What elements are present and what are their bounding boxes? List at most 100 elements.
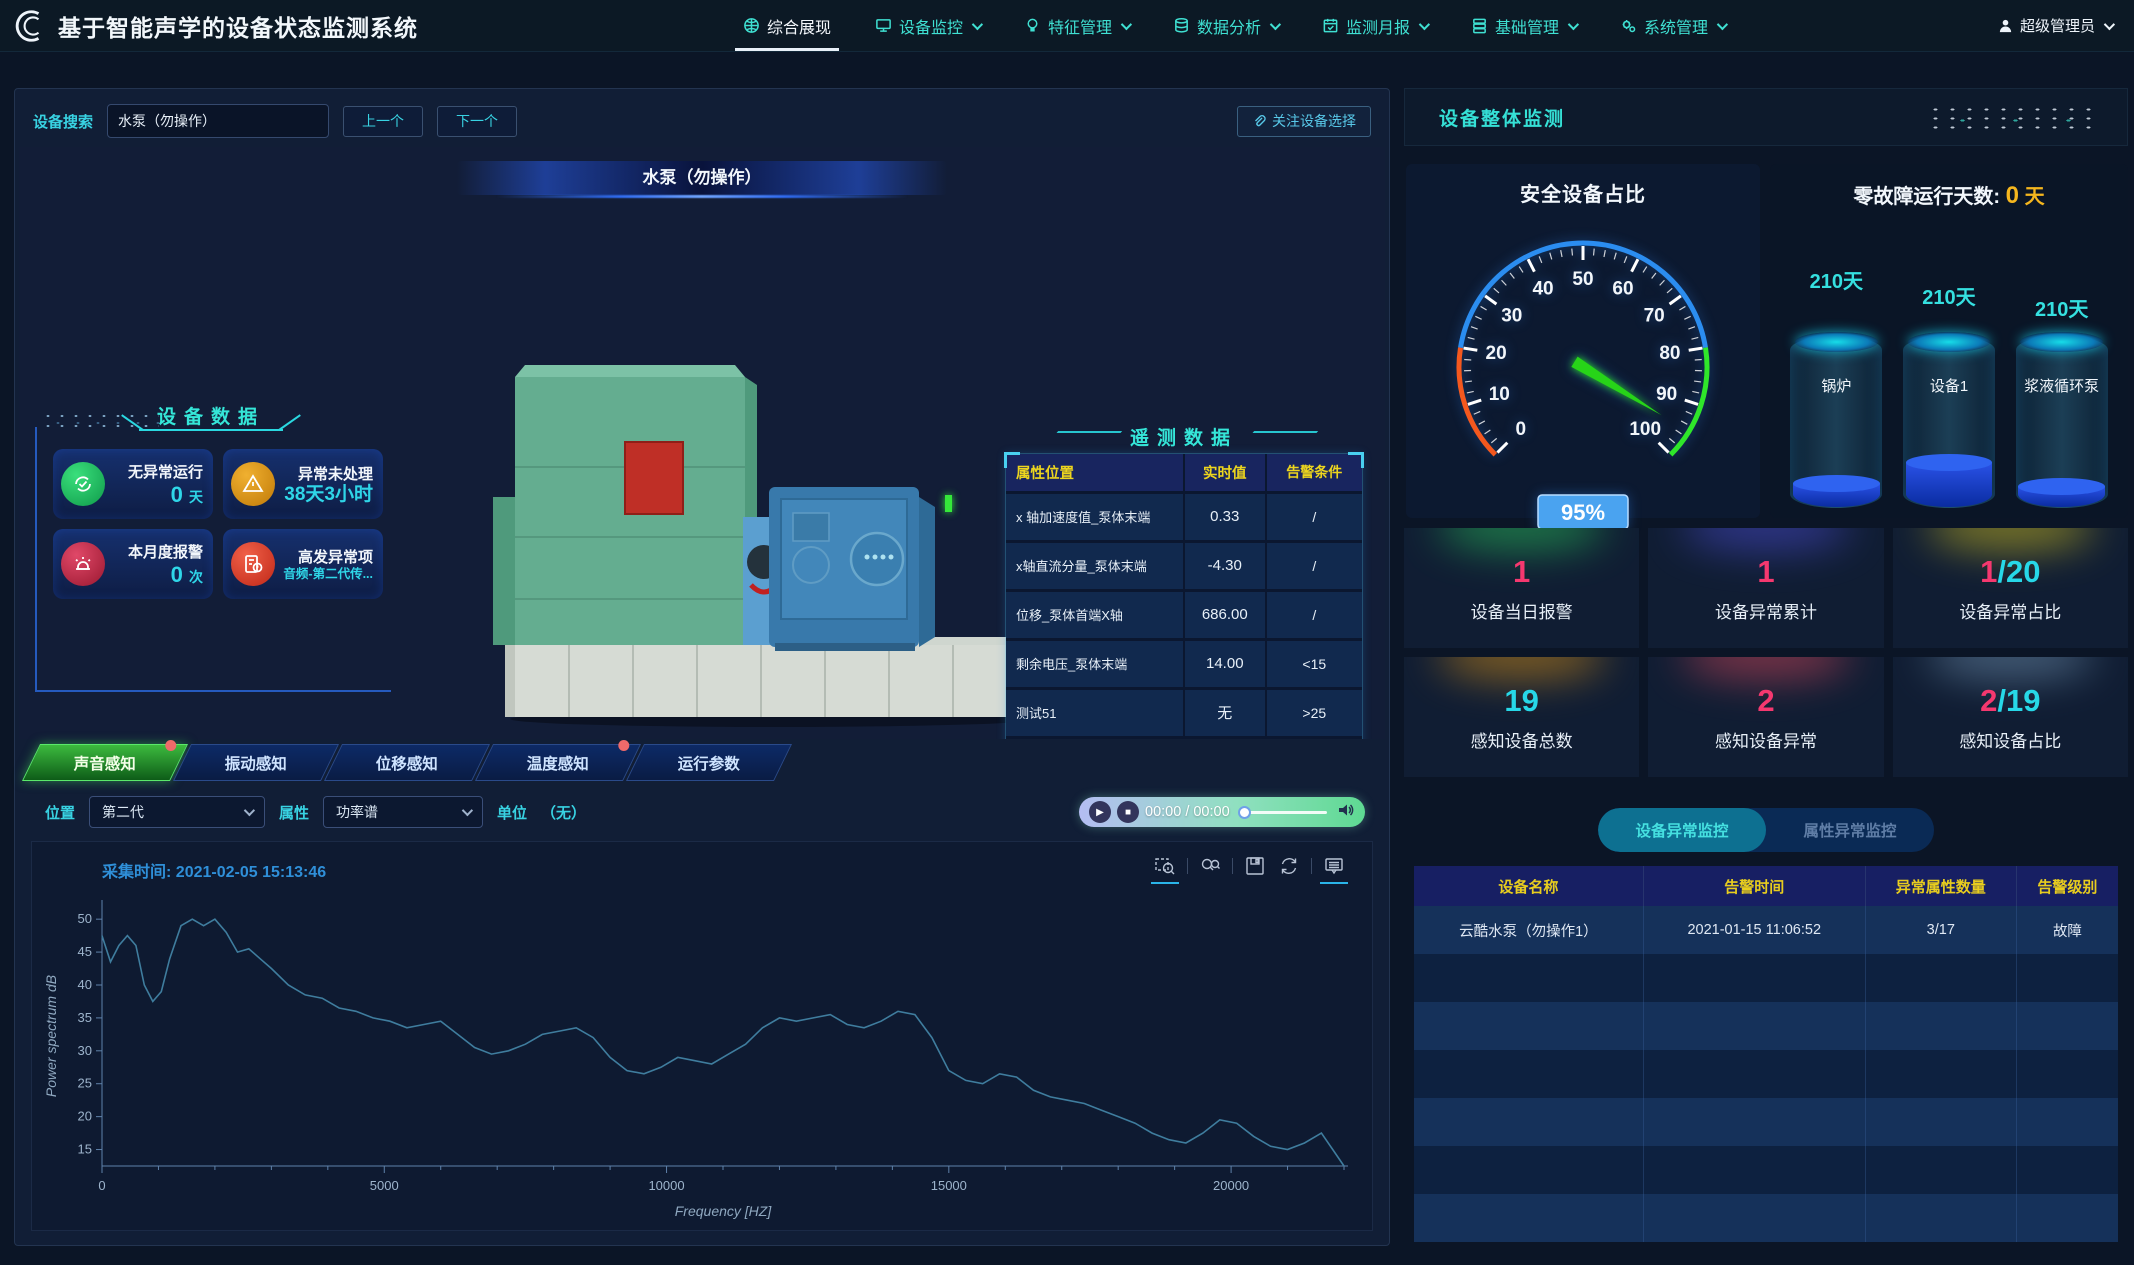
monitor-col-level: 告警级别 — [2016, 866, 2118, 906]
dashboard-root: 基于智能声学的设备状态监测系统 综合展现 设备监控 特征管理 数据分析 监测月报 — [0, 0, 2134, 1265]
device-data-cards: 无异常运行 0 天 异常未处理 38天3小时 — [53, 449, 383, 599]
glow-decoration — [1681, 657, 1850, 679]
monitor-tabs: 设备异常监控 属性异常监控 — [1598, 808, 1934, 852]
svg-text:Frequency [HZ]: Frequency [HZ] — [675, 1203, 773, 1219]
unit-label: 单位 — [497, 802, 527, 823]
overview-title: 设备整体监测 — [1439, 104, 1565, 131]
position-label: 位置 — [45, 802, 75, 823]
safe-device-gauge-card: 安全设备占比 010203040506070809010095% — [1406, 164, 1760, 518]
nav-item-overview[interactable]: 综合展现 — [741, 0, 833, 51]
data-view-icon[interactable] — [1322, 854, 1346, 878]
bulb-icon — [1024, 17, 1041, 34]
monitor-row-empty — [1414, 1002, 2118, 1050]
monitor-row[interactable]: 云酷水泵（勿操作1）2021-01-15 11:06:523/17故障 — [1414, 906, 2118, 954]
save-image-icon[interactable] — [1243, 854, 1267, 878]
dot-decoration — [1927, 105, 2097, 133]
user-menu[interactable]: 超级管理员 — [1998, 15, 2134, 36]
svg-text:40: 40 — [1532, 279, 1553, 300]
telemetry-row[interactable]: 位移_泵体首端X轴686.00/ — [1006, 590, 1362, 639]
alarm-siren-icon — [61, 542, 105, 586]
attribute-label: 属性 — [279, 802, 309, 823]
chart-toolbar — [1153, 854, 1346, 878]
sensing-tabs: 声音感知 振动感知 位移感知 温度感知 运行参数 — [31, 744, 786, 781]
attribute-select[interactable]: 功率谱 — [323, 796, 483, 828]
3d-viewport[interactable]: 水泵（勿操作） — [19, 147, 1385, 739]
brand: 基于智能声学的设备状态监测系统 — [0, 6, 470, 46]
svg-text:Power spectrum dB: Power spectrum dB — [43, 975, 59, 1097]
viewport-device-title: 水泵（勿操作） — [457, 161, 947, 195]
telemetry-row[interactable]: x 轴加速度值_泵体末端0.33/ — [1006, 492, 1362, 541]
stat-card-sensor-total: 19 感知设备总数 — [1404, 657, 1639, 777]
play-button[interactable]: ▶ — [1089, 801, 1111, 823]
nav-item-feature-mgmt[interactable]: 特征管理 — [1022, 0, 1131, 51]
toolbar-divider — [1311, 858, 1312, 874]
overview-panel: 设备整体监测 安全设备占比 010203040506070809010095% … — [1404, 88, 2128, 1246]
tab-sound-sensing[interactable]: 声音感知 — [22, 744, 188, 781]
player-progress-thumb[interactable] — [1238, 806, 1251, 819]
telemetry-row[interactable]: x轴直流分量_泵体末端-4.30/ — [1006, 541, 1362, 590]
tab-running-params[interactable]: 运行参数 — [626, 744, 792, 781]
svg-text:0: 0 — [98, 1178, 105, 1193]
cylinder-boiler: 210天 锅炉 — [1790, 224, 1882, 508]
chevron-down-icon — [1419, 18, 1430, 29]
svg-text:25: 25 — [78, 1076, 92, 1091]
stop-button[interactable]: ■ — [1117, 801, 1139, 823]
nav-item-basic-mgmt[interactable]: 基础管理 — [1469, 0, 1578, 51]
prev-device-button[interactable]: 上一个 — [343, 106, 423, 137]
nav-item-device-monitor[interactable]: 设备监控 — [873, 0, 982, 51]
cylinder-slurry-pump: 210天 浆液循环泵 — [2016, 224, 2108, 508]
tab-vibration-sensing[interactable]: 振动感知 — [173, 744, 339, 781]
paperclip-icon — [1252, 114, 1266, 128]
gears-icon — [1620, 17, 1637, 34]
cylinder-liquid — [1793, 483, 1879, 507]
area-zoom-icon[interactable] — [1153, 854, 1177, 878]
zero-fault-title: 零故障运行天数: 0 天 — [1770, 164, 2128, 210]
position-select[interactable]: 第二代 — [89, 796, 265, 828]
svg-text:20: 20 — [1486, 343, 1507, 364]
volume-icon[interactable] — [1337, 801, 1355, 824]
glow-decoration — [1437, 657, 1606, 679]
focus-device-select-button[interactable]: 关注设备选择 — [1237, 106, 1371, 137]
pump-3d-model[interactable] — [475, 347, 1035, 727]
user-icon — [1998, 18, 2013, 33]
database-icon — [1173, 17, 1190, 34]
svg-text:5000: 5000 — [370, 1178, 399, 1193]
telemetry-col-value: 实时值 — [1184, 454, 1266, 492]
nav-item-monthly-report[interactable]: 监测月报 — [1320, 0, 1429, 51]
player-progress-track[interactable] — [1240, 811, 1327, 814]
next-device-button[interactable]: 下一个 — [437, 106, 517, 137]
chevron-down-icon — [1717, 18, 1728, 29]
player-time: 00:00 / 00:00 — [1145, 804, 1230, 820]
telemetry-row[interactable]: 剩余电压_泵体末端14.00<15 — [1006, 639, 1362, 688]
main-nav: 综合展现 设备监控 特征管理 数据分析 监测月报 基础管理 — [470, 0, 1998, 51]
nav-item-data-analysis[interactable]: 数据分析 — [1171, 0, 1280, 51]
monitor-col-device: 设备名称 — [1414, 866, 1643, 906]
power-spectrum-chart[interactable]: 050001000015000200001520253035404550Powe… — [40, 894, 1360, 1224]
cylinder-cap — [2020, 332, 2103, 352]
zero-fault-card: 零故障运行天数: 0 天 210天 锅炉 210天 — [1770, 164, 2128, 518]
calendar-icon — [1322, 17, 1339, 34]
svg-text:95%: 95% — [1561, 500, 1605, 525]
svg-text:30: 30 — [78, 1043, 92, 1058]
svg-text:45: 45 — [78, 944, 92, 959]
tab-device-abnormal-monitor[interactable]: 设备异常监控 — [1598, 808, 1766, 852]
tab-displacement-sensing[interactable]: 位移感知 — [324, 744, 490, 781]
telemetry-overlay: 遥测数据 属性位置 实时值 告警条件 x 轴加速度值_泵体末端0.33/x轴直流… — [1005, 419, 1363, 739]
chevron-down-icon — [462, 805, 473, 816]
doc-alert-icon — [231, 542, 275, 586]
tab-temperature-sensing[interactable]: 温度感知 — [475, 744, 641, 781]
telemetry-col-attr: 属性位置 — [1006, 454, 1184, 492]
telemetry-row[interactable]: 温度_泵体末端23.75<=25 — [1006, 737, 1362, 739]
restore-icon[interactable] — [1277, 854, 1301, 878]
nav-item-system-mgmt[interactable]: 系统管理 — [1618, 0, 1727, 51]
corner-decoration — [1004, 452, 1020, 468]
svg-text:20000: 20000 — [1213, 1178, 1249, 1193]
glow-decoration — [1437, 528, 1606, 550]
unit-value: （无） — [541, 802, 586, 823]
monitor-icon — [875, 17, 892, 34]
telemetry-row[interactable]: 测试51无>25 — [1006, 688, 1362, 737]
zoom-reset-icon[interactable] — [1198, 854, 1222, 878]
stat-card-unhandled-abnormal: 异常未处理 38天3小时 — [223, 449, 383, 519]
device-search-input[interactable] — [107, 104, 329, 138]
tab-attribute-abnormal-monitor[interactable]: 属性异常监控 — [1766, 808, 1934, 852]
